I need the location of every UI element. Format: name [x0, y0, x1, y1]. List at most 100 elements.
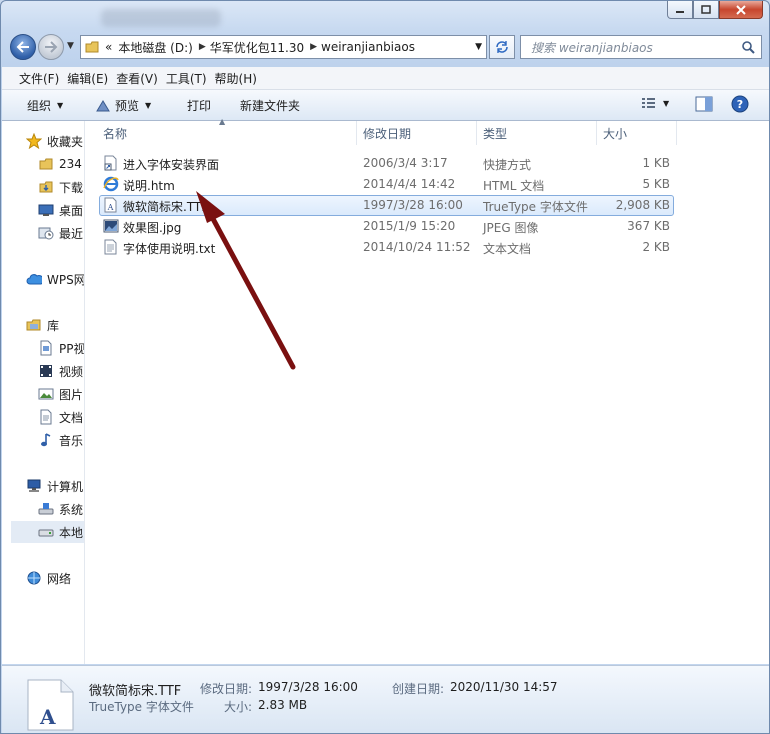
sidebar-item-libraries[interactable]: 库 — [26, 314, 84, 336]
sidebar-item-music[interactable]: 音乐 — [38, 429, 84, 451]
menu-edit[interactable]: 编辑(E) — [67, 70, 116, 87]
menu-help[interactable]: 帮助(H) — [215, 70, 265, 87]
file-date: 2006/3/4 3:17 — [363, 156, 448, 170]
sidebar-item-local-disk[interactable]: 本地 — [11, 521, 84, 543]
sidebar-item-pictures[interactable]: 图片 — [38, 383, 84, 405]
file-row[interactable]: 说明.htm 2014/4/4 14:42 HTML 文档 5 KB — [99, 174, 674, 195]
search-box[interactable]: 搜索 weiranjianbiaos — [520, 35, 762, 59]
arrow-left-icon — [16, 41, 29, 53]
menu-tools[interactable]: 工具(T) — [166, 70, 215, 87]
file-type: TrueType 字体文件 — [483, 200, 588, 214]
column-header-name[interactable]: 名称 ▲ — [97, 117, 357, 145]
sidebar-item-label: 桌面 — [59, 203, 84, 218]
sidebar-item-label: PP视 — [59, 341, 85, 356]
column-header-date[interactable]: 修改日期 — [357, 121, 477, 145]
breadcrumb-separator-icon[interactable]: ▶ — [310, 42, 317, 52]
refresh-icon — [496, 41, 508, 53]
file-row-selected[interactable]: A 微软简标宋.TTF 1997/3/28 16:00 TrueType 字体文… — [99, 195, 674, 216]
file-type: HTML 文档 — [483, 179, 545, 193]
sidebar-item-desktop[interactable]: 桌面 — [38, 199, 84, 221]
file-type: 文本文档 — [483, 242, 532, 256]
menu-view[interactable]: 查看(V) — [116, 70, 166, 87]
sidebar-item-network[interactable]: 网络 — [26, 567, 84, 589]
file-list[interactable]: 名称 ▲ 修改日期 类型 大小 进入字体安装界面 2006/3/4 3:17 快… — [85, 117, 769, 664]
breadcrumb-separator-icon[interactable]: ▶ — [199, 42, 206, 52]
print-label: 打印 — [187, 99, 212, 113]
close-button[interactable] — [719, 1, 763, 19]
details-size-label: 大小: — [224, 700, 253, 714]
address-dropdown-icon[interactable]: ▼ — [475, 42, 482, 52]
text-file-icon — [104, 239, 117, 255]
network-icon — [27, 571, 41, 585]
svg-text:A: A — [39, 705, 56, 729]
new-folder-label: 新建文件夹 — [240, 99, 301, 113]
sidebar-item-system-drive[interactable]: 系统 — [38, 498, 84, 520]
details-pane: A 微软简标宋.TTF TrueType 字体文件 修改日期: 1997/3/2… — [2, 665, 769, 733]
dropdown-arrow-icon: ▼ — [57, 101, 64, 110]
menu-bar: 文件(F) 编辑(E) 查看(V) 工具(T) 帮助(H) — [2, 67, 769, 90]
help-button[interactable]: ? — [731, 95, 749, 113]
breadcrumb-drive[interactable]: 本地磁盘 (D:) — [118, 39, 192, 56]
new-folder-button[interactable]: 新建文件夹 — [240, 97, 300, 114]
column-header-size[interactable]: 大小 — [597, 121, 677, 145]
minimize-icon — [676, 10, 684, 13]
sidebar-item-recent[interactable]: 最近 — [38, 222, 84, 244]
sidebar-item-pp[interactable]: PP视 — [38, 337, 85, 359]
file-name: 效果图.jpg — [123, 221, 182, 235]
library-icon — [26, 319, 41, 331]
preview-button[interactable]: 预览 ▼ — [95, 97, 151, 114]
navigation-bar: ▼ « 本地磁盘 (D:) ▶ 华军优化包11.30 ▶ weiranjianb… — [1, 31, 769, 63]
details-created-label: 创建日期: — [392, 682, 445, 696]
sidebar-item-label: 文档 — [59, 410, 84, 425]
column-header-label: 修改日期 — [363, 126, 412, 141]
search-icon[interactable] — [741, 40, 755, 54]
refresh-button[interactable] — [489, 35, 515, 59]
file-name: 进入字体安装界面 — [123, 158, 220, 172]
menu-file[interactable]: 文件(F) — [2, 70, 67, 87]
preview-pane-button[interactable] — [695, 96, 713, 112]
breadcrumb-current[interactable]: weiranjianbiaos — [321, 40, 415, 54]
dropdown-arrow-icon: ▼ — [145, 101, 152, 110]
organize-button[interactable]: 组织 ▼ — [27, 97, 63, 114]
file-size: 2,908 KB — [615, 198, 670, 212]
back-button[interactable] — [10, 34, 36, 60]
breadcrumb-folder[interactable]: 华军优化包11.30 — [210, 39, 304, 56]
sidebar-item-wps[interactable]: WPS网 — [26, 268, 84, 290]
file-size: 367 KB — [627, 219, 670, 233]
help-icon: ? — [731, 95, 749, 113]
details-modified-value: 1997/3/28 16:00 — [258, 680, 358, 694]
preview-pane-icon — [695, 96, 713, 112]
recent-pages-dropdown[interactable]: ▼ — [67, 41, 74, 51]
sidebar-item-234[interactable]: 234 — [38, 153, 84, 175]
explorer-window: ▼ « 本地磁盘 (D:) ▶ 华军优化包11.30 ▶ weiranjianb… — [0, 0, 770, 734]
navigation-pane[interactable]: 收藏夹 234 下载 桌面 最近 WPS网 库 PP视 视频 图片 文档 音乐 … — [2, 121, 85, 664]
address-bar[interactable]: « 本地磁盘 (D:) ▶ 华军优化包11.30 ▶ weiranjianbia… — [80, 35, 487, 59]
details-modified-label: 修改日期: — [200, 682, 253, 696]
file-size: 1 KB — [642, 156, 670, 170]
sidebar-item-documents[interactable]: 文档 — [38, 406, 84, 428]
print-button[interactable]: 打印 — [187, 97, 211, 114]
sidebar-item-label: 视频 — [59, 364, 84, 379]
file-row[interactable]: 字体使用说明.txt 2014/10/24 11:52 文本文档 2 KB — [99, 237, 674, 258]
maximize-button[interactable] — [693, 1, 719, 19]
sidebar-item-favorites[interactable]: 收藏夹 — [26, 130, 84, 152]
column-header-type[interactable]: 类型 — [477, 121, 597, 145]
file-name: 微软简标宋.TTF — [123, 200, 209, 214]
minimize-button[interactable] — [667, 1, 693, 19]
sidebar-item-videos[interactable]: 视频 — [38, 360, 84, 382]
maximize-icon — [701, 5, 711, 14]
sidebar-item-downloads[interactable]: 下载 — [38, 176, 84, 198]
breadcrumb-overflow[interactable]: « — [105, 40, 112, 54]
star-icon — [26, 133, 42, 149]
sidebar-item-computer[interactable]: 计算机 — [26, 475, 84, 497]
file-row[interactable]: 进入字体安装界面 2006/3/4 3:17 快捷方式 1 KB — [99, 153, 674, 174]
details-file-type: TrueType 字体文件 — [89, 700, 194, 714]
view-options-button[interactable]: ▼ — [641, 96, 669, 110]
forward-button[interactable] — [38, 34, 64, 60]
recent-places-icon — [38, 227, 54, 240]
details-file-name: 微软简标宋.TTF — [89, 684, 182, 699]
search-placeholder[interactable]: 搜索 weiranjianbiaos — [531, 39, 653, 56]
file-row[interactable]: 效果图.jpg 2015/1/9 15:20 JPEG 图像 367 KB — [99, 216, 674, 237]
command-bar: 组织 ▼ 预览 ▼ 打印 新建文件夹 ▼ ? — [2, 90, 769, 121]
sidebar-item-label: 下载 — [59, 180, 84, 195]
